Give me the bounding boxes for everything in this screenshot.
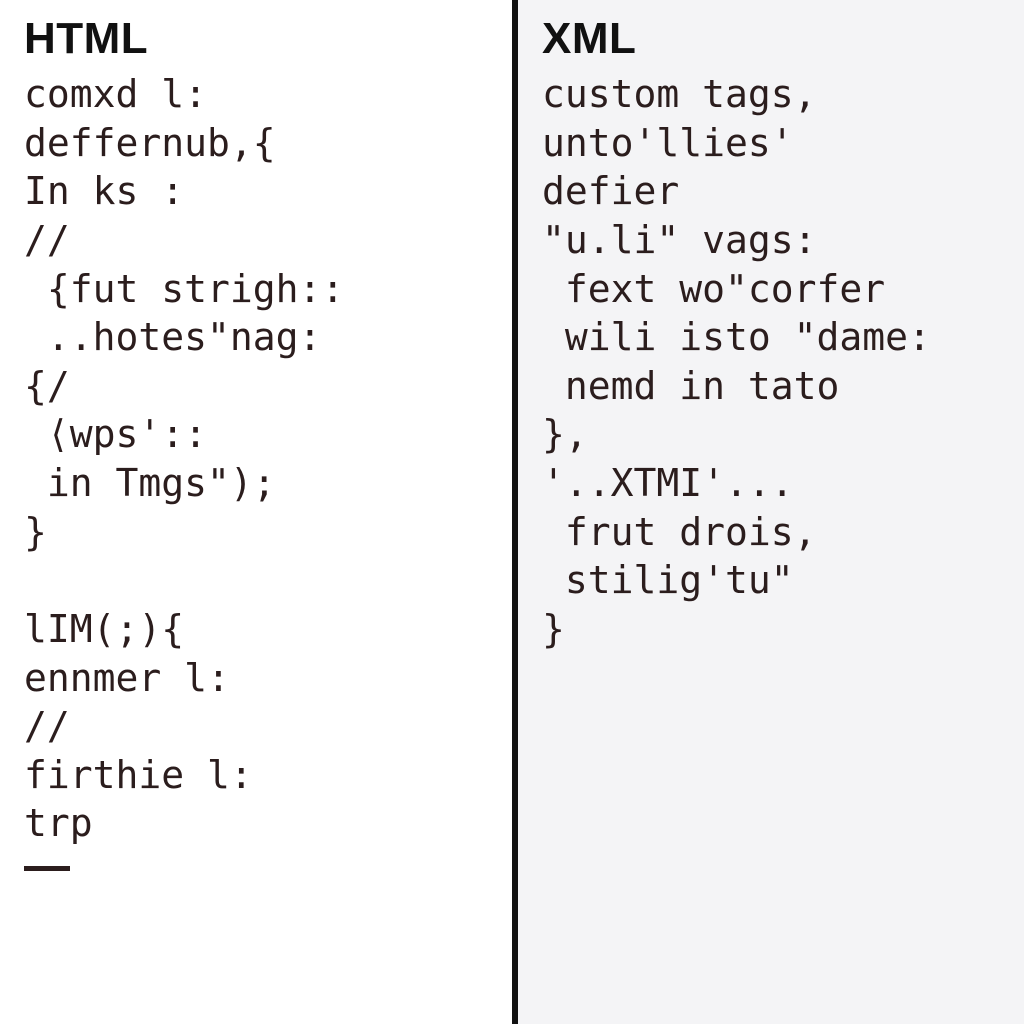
left-heading: HTML — [24, 14, 492, 64]
right-heading: XML — [542, 14, 1004, 64]
cursor-dash — [24, 866, 70, 871]
left-pane: HTML comxd l: deffernub,{ In ks : // {fu… — [0, 0, 512, 1024]
right-pane: XML custom tags, unto'llies' defier "u.l… — [512, 0, 1024, 1024]
right-code-block: custom tags, unto'llies' defier "u.li" v… — [542, 70, 1004, 654]
comparison-page: HTML comxd l: deffernub,{ In ks : // {fu… — [0, 0, 1024, 1024]
left-code-block: comxd l: deffernub,{ In ks : // {fut str… — [24, 70, 492, 848]
